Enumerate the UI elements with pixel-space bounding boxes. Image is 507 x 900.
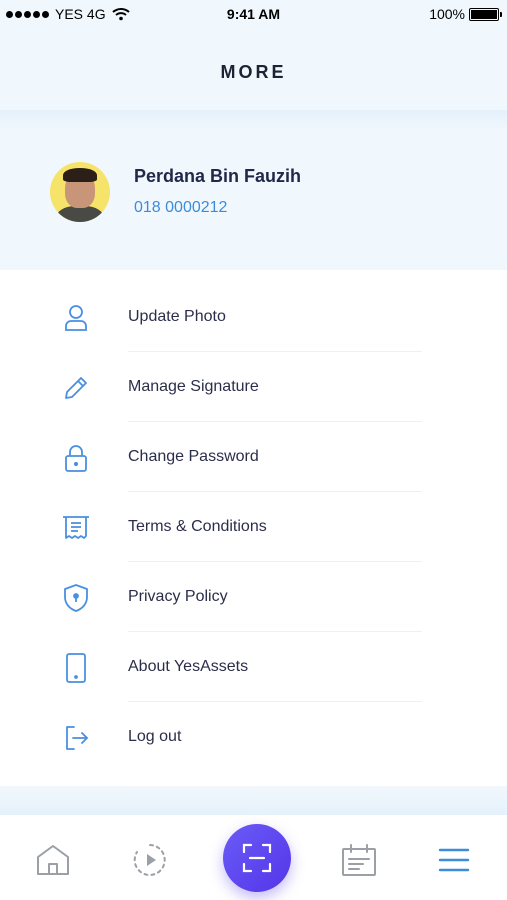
user-icon [58, 303, 94, 333]
status-right: 100% [429, 6, 502, 22]
menu-label: Log out [128, 728, 182, 745]
pencil-icon [58, 373, 94, 403]
menu-label: Manage Signature [128, 378, 259, 395]
status-bar: YES 4G 9:41 AM 100% [0, 0, 507, 30]
menu-label: Update Photo [128, 308, 226, 325]
page-title: MORE [220, 61, 287, 82]
scan-icon [242, 843, 272, 873]
menu-label: About YesAssets [128, 658, 249, 675]
menu-item-change-password[interactable]: Change Password [0, 422, 507, 492]
header: MORE [0, 30, 507, 114]
avatar[interactable] [50, 162, 110, 222]
home-icon [37, 845, 69, 875]
receipt-icon [58, 513, 94, 543]
tab-history[interactable] [130, 840, 170, 880]
history-play-icon [133, 844, 166, 876]
tab-bar [0, 815, 507, 900]
menu-label: Terms & Conditions [128, 518, 267, 535]
tab-calendar[interactable] [339, 840, 379, 880]
bottom-divider-glow [0, 786, 507, 816]
logout-icon [58, 723, 94, 753]
phone-icon [58, 653, 94, 683]
menu-item-manage-signature[interactable]: Manage Signature [0, 352, 507, 422]
profile-phone: 018 0000212 [134, 199, 228, 216]
lock-icon [58, 443, 94, 473]
tab-home[interactable] [33, 840, 73, 880]
battery-icon [469, 7, 502, 21]
scan-button[interactable] [223, 824, 291, 892]
profile-name: Perdana Bin Fauzih [134, 166, 302, 186]
menu-icon [438, 848, 470, 872]
calendar-list-icon [342, 844, 376, 876]
battery-percent: 100% [429, 6, 465, 22]
menu-item-update-photo[interactable]: Update Photo [0, 282, 507, 352]
menu-item-terms-conditions[interactable]: Terms & Conditions [0, 492, 507, 562]
menu-label: Privacy Policy [128, 588, 228, 605]
menu-item-log-out[interactable]: Log out [0, 702, 507, 772]
tab-more[interactable] [434, 840, 474, 880]
menu-item-about[interactable]: About YesAssets [0, 632, 507, 702]
shield-icon [58, 583, 94, 613]
menu-item-privacy-policy[interactable]: Privacy Policy [0, 562, 507, 632]
menu-label: Change Password [128, 448, 259, 465]
profile-card[interactable]: Perdana Bin Fauzih 018 0000212 [0, 128, 507, 270]
menu-list: Update Photo Manage Signature Change Pas… [0, 282, 507, 772]
